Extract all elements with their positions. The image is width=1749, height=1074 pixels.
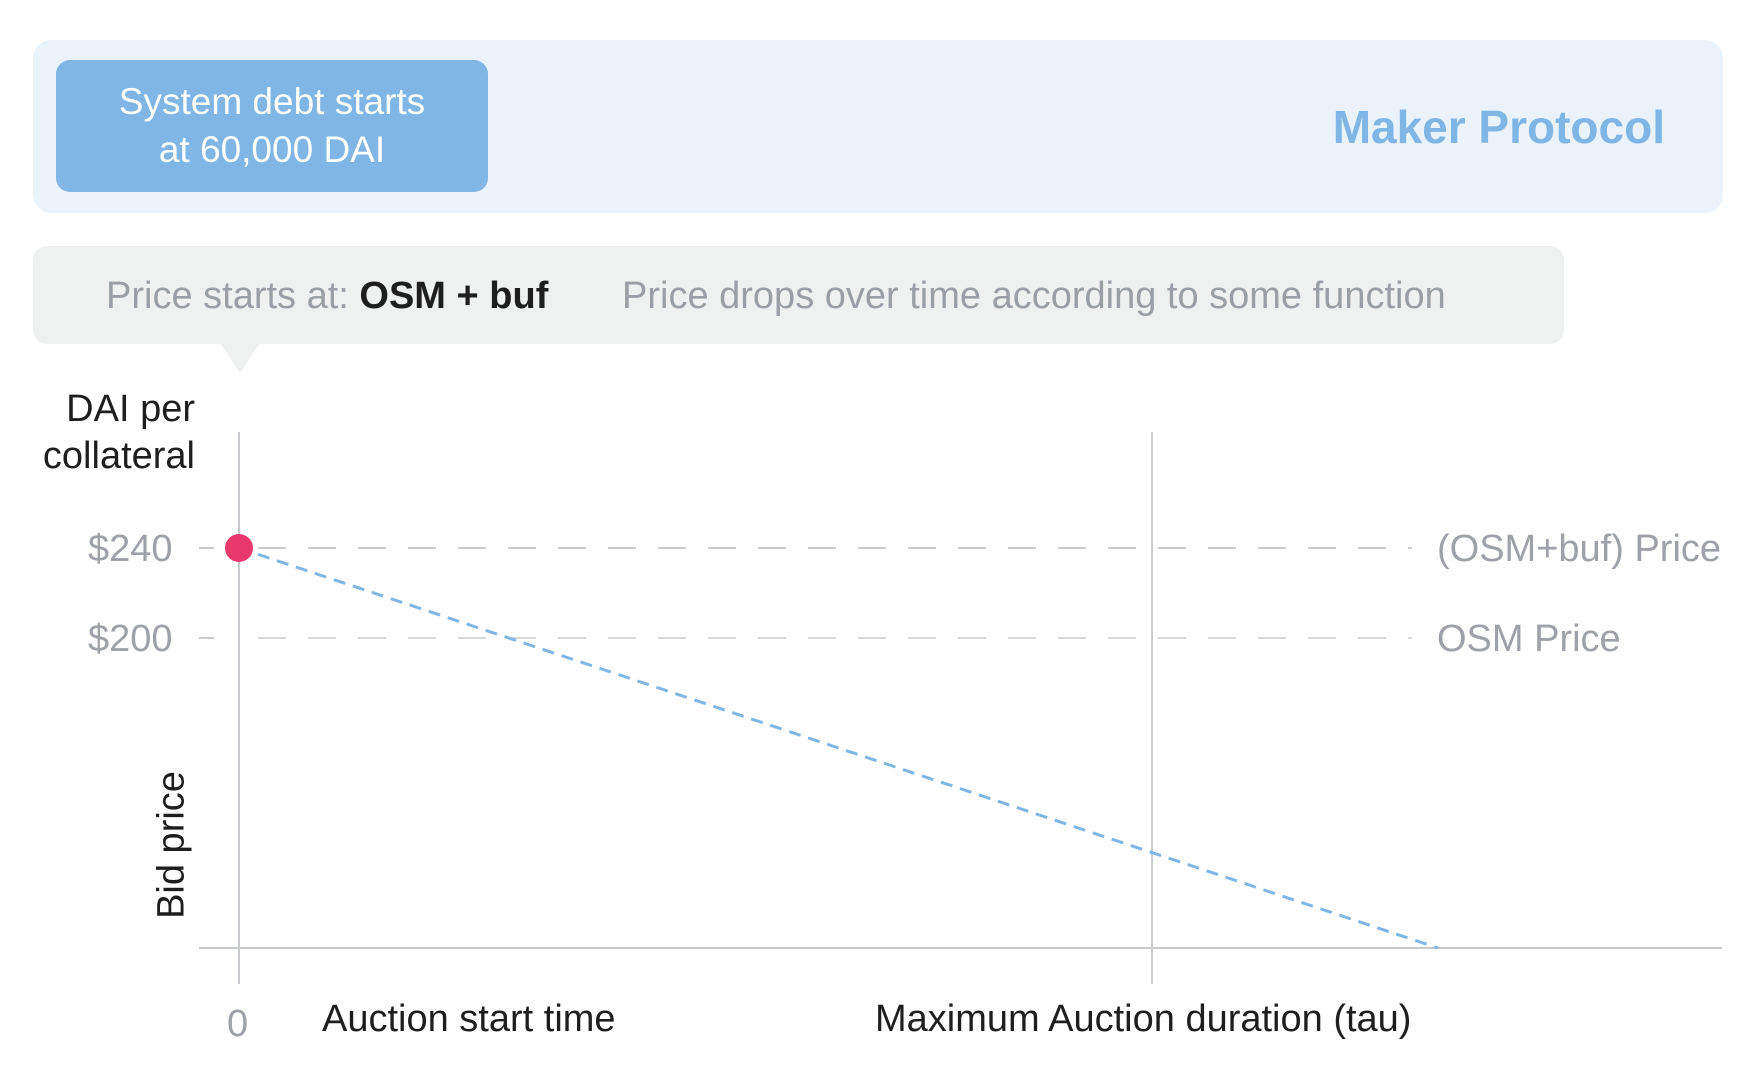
bid-price-line (238, 546, 1439, 950)
start-price-point (225, 534, 253, 562)
chart-area (199, 432, 1722, 984)
